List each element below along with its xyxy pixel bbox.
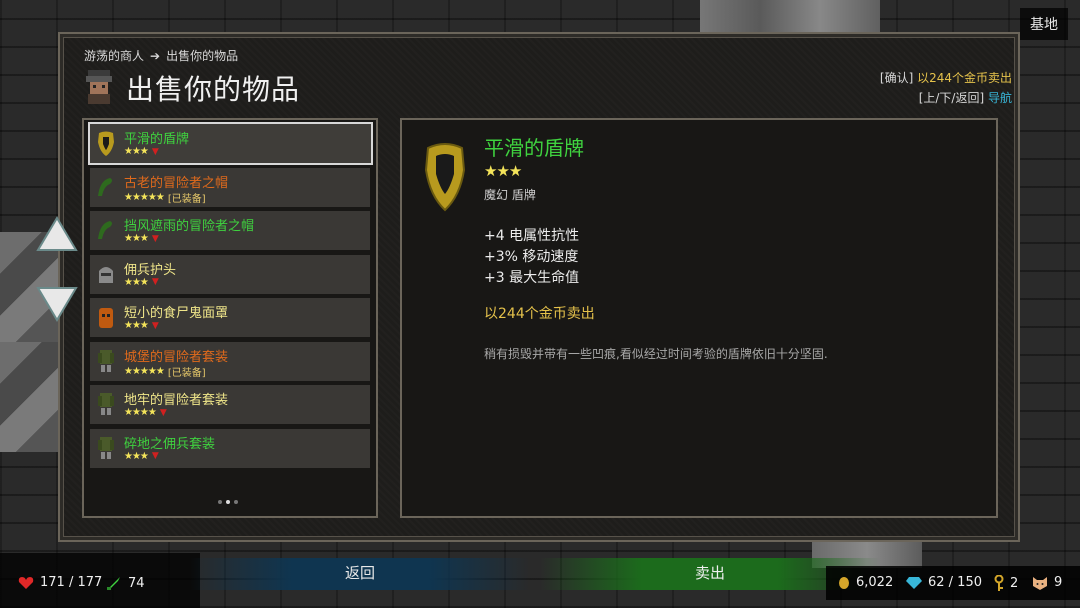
- list-item-meta: ★★★ ▼: [124, 320, 159, 331]
- health-value: 171 / 177: [40, 575, 103, 590]
- heart-icon: [18, 576, 34, 589]
- gold-value: 6,022: [856, 575, 894, 590]
- list-item[interactable]: 古老的冒险者之帽 ★★★★★ [已装备]: [90, 167, 370, 207]
- health-stat: 171 / 177: [18, 575, 102, 590]
- shield-icon: [98, 131, 114, 156]
- scroll-up-button[interactable]: [36, 216, 78, 252]
- list-item-meta: ★★★ ▼: [124, 277, 159, 288]
- list-item[interactable]: 短小的食尸鬼面罩 ★★★ ▼: [90, 298, 370, 337]
- armor-icon: [98, 436, 114, 459]
- list-item[interactable]: 碎地之佣兵套装 ★★★ ▼: [90, 428, 370, 468]
- downgrade-arrow-icon: ▼: [151, 233, 159, 244]
- pets-stat: 9: [1032, 575, 1062, 590]
- page-dot-active: [226, 500, 230, 504]
- detail-item-type: 魔幻 盾牌: [484, 188, 536, 202]
- list-item-meta: ★★★★★ [已装备]: [124, 364, 206, 379]
- stat-line: +3 最大生命值: [484, 270, 580, 286]
- list-item-meta: ★★★ ▼: [124, 146, 159, 157]
- stat-line: +3% 移动速度: [484, 249, 579, 265]
- hint-nav-text: 导航: [987, 91, 1012, 105]
- rarity-stars: ★★★: [124, 320, 149, 331]
- list-item[interactable]: 城堡的冒险者套装 ★★★★★ [已装备]: [90, 341, 370, 381]
- downgrade-arrow-icon: ▼: [159, 407, 167, 418]
- list-item-name: 地牢的冒险者套装: [124, 393, 229, 408]
- detail-rarity-stars: ★★★: [484, 162, 522, 180]
- hint-navigate[interactable]: [上/下/返回] 导航: [880, 88, 1012, 108]
- list-item[interactable]: 佣兵护头 ★★★ ▼: [90, 254, 370, 294]
- breadcrumb-parent: 游荡的商人: [84, 49, 145, 63]
- keys-value: 2: [1010, 575, 1019, 591]
- rarity-stars: ★★★★★: [124, 191, 165, 203]
- shield-icon: [424, 143, 466, 212]
- list-item-meta: ★★★★★ [已装备]: [124, 190, 206, 205]
- hint-confirm[interactable]: [确认] 以244个金币卖出: [880, 68, 1012, 88]
- cat-icon: [1033, 576, 1047, 590]
- list-item[interactable]: 挡风遮雨的冒险者之帽 ★★★ ▼: [90, 211, 370, 250]
- page-indicator: [218, 500, 238, 504]
- merchant-avatar: [86, 70, 112, 104]
- list-item-name: 古老的冒险者之帽: [124, 175, 229, 191]
- list-item-meta: ★★★ ▼: [124, 451, 159, 462]
- gold-stat: 6,022: [838, 575, 893, 590]
- list-item-name: 城堡的冒险者套装: [124, 349, 229, 365]
- hint-confirm-key: [确认]: [879, 71, 914, 85]
- rarity-stars: ★★★: [124, 146, 149, 157]
- detail-item-name: 平滑的盾牌: [484, 136, 584, 160]
- detail-stats: +4 电属性抗性 +3% 移动速度 +3 最大生命值: [484, 226, 579, 289]
- gold-coin-icon: [839, 576, 849, 589]
- gems-value: 62 / 150: [928, 575, 982, 590]
- rarity-stars: ★★★: [124, 276, 149, 288]
- page-title: 出售你的物品: [126, 73, 301, 106]
- detail-description: 稍有损毁并带有一些凹痕,看似经过时间考验的盾牌依旧十分坚固.: [484, 347, 828, 361]
- breadcrumb-arrow-icon: ➔: [150, 48, 161, 63]
- back-button[interactable]: 返回: [190, 558, 530, 590]
- hint-confirm-text: 以244个金币卖出: [917, 71, 1012, 85]
- downgrade-arrow-icon: ▼: [151, 146, 159, 157]
- attack-stat: 74: [106, 575, 145, 591]
- stone-wall-top: [700, 0, 880, 32]
- downgrade-arrow-icon: ▼: [151, 320, 159, 331]
- list-item-name: 短小的食尸鬼面罩: [124, 306, 229, 321]
- armor-icon: [98, 393, 114, 415]
- rarity-stars: ★★★★: [124, 407, 157, 418]
- list-item-name: 佣兵护头: [124, 262, 177, 278]
- rarity-stars: ★★★: [124, 233, 149, 244]
- hat-icon: [98, 177, 112, 196]
- rarity-stars: ★★★: [124, 450, 149, 462]
- sword-icon: [107, 577, 120, 590]
- detail-sell-price: 以244个金币卖出: [484, 306, 595, 322]
- rarity-stars: ★★★★★: [124, 365, 165, 377]
- scroll-down-button[interactable]: [36, 286, 78, 322]
- gems-stat: 62 / 150: [906, 575, 982, 590]
- downgrade-arrow-icon: ▼: [151, 451, 159, 461]
- pets-value: 9: [1054, 575, 1063, 590]
- location-label: 基地: [1020, 8, 1068, 40]
- list-item-name: 平滑的盾牌: [124, 132, 190, 147]
- hint-nav-key: [上/下/返回]: [918, 91, 985, 105]
- list-item-meta: ★★★★ ▼: [124, 407, 167, 418]
- keys-stat: 2: [994, 575, 1018, 591]
- attack-value: 74: [128, 575, 145, 591]
- page-dot: [218, 500, 222, 504]
- list-item[interactable]: 地牢的冒险者套装 ★★★★ ▼: [90, 385, 370, 424]
- key-icon: [994, 575, 1004, 591]
- page-dot: [234, 500, 238, 504]
- list-item-name: 碎地之佣兵套装: [124, 436, 216, 452]
- armor-icon: [98, 349, 114, 372]
- stat-line: +4 电属性抗性: [484, 228, 580, 244]
- equipped-badge: [已装备]: [167, 367, 206, 379]
- list-item[interactable]: 平滑的盾牌 ★★★ ▼: [88, 122, 373, 165]
- helmet-icon: [99, 266, 113, 283]
- list-item-name: 挡风遮雨的冒险者之帽: [124, 219, 255, 234]
- gem-icon: [906, 576, 922, 589]
- hat-icon: [98, 221, 112, 239]
- stone-wall-left: [0, 232, 58, 452]
- downgrade-arrow-icon: ▼: [151, 277, 159, 287]
- list-item-meta: ★★★ ▼: [124, 233, 159, 244]
- breadcrumb-current: 出售你的物品: [166, 49, 239, 63]
- mask-icon: [99, 308, 113, 328]
- breadcrumb: 游荡的商人 ➔ 出售你的物品: [84, 47, 238, 64]
- control-hints: [确认] 以244个金币卖出 [上/下/返回] 导航: [880, 68, 1012, 108]
- equipped-badge: [已装备]: [167, 193, 206, 205]
